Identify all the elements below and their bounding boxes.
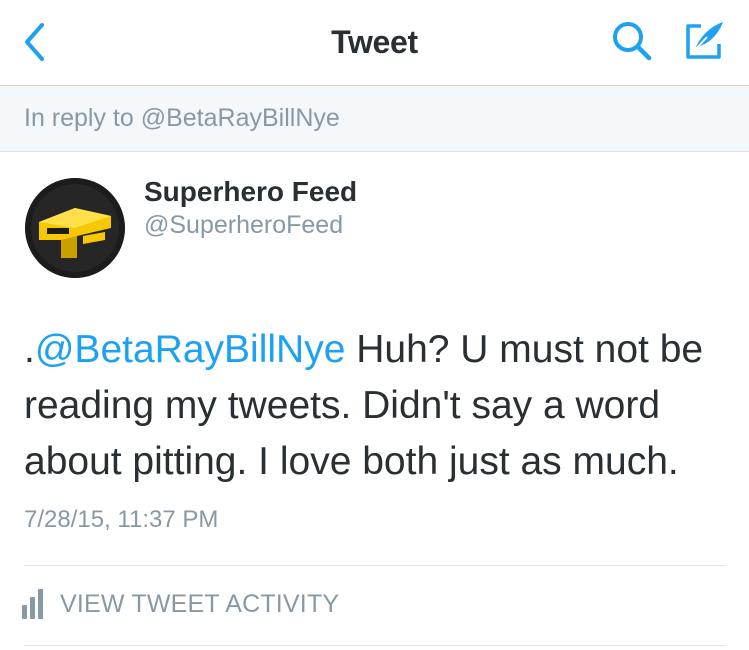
view-tweet-activity-label: VIEW TWEET ACTIVITY (60, 589, 340, 618)
divider (24, 645, 725, 646)
mention-link[interactable]: @BetaRayBillNye (35, 328, 346, 371)
compose-button[interactable] (680, 16, 730, 64)
tweet-text: .@BetaRayBillNye Huh? U must not be read… (24, 322, 734, 490)
superhero-feed-logo (25, 178, 125, 278)
bar-chart-icon (22, 589, 43, 619)
view-tweet-activity-button[interactable]: VIEW TWEET ACTIVITY (20, 582, 339, 626)
author-handle[interactable]: @SuperheroFeed (144, 211, 343, 240)
reply-context-bar: In reply to @BetaRayBillNye (0, 86, 749, 152)
search-button[interactable] (606, 18, 658, 64)
tweet-detail-screen: Tweet In reply to @BetaRayBillNye Superh… (0, 0, 749, 650)
avatar[interactable] (25, 178, 125, 278)
reply-context-text[interactable]: In reply to @BetaRayBillNye (24, 104, 340, 133)
nav-bar: Tweet (0, 0, 749, 86)
tweet-prefix: . (24, 328, 35, 371)
divider (24, 565, 725, 566)
tweet-timestamp: 7/28/15, 11:37 PM (24, 506, 219, 533)
search-icon (613, 22, 652, 61)
compose-icon (686, 22, 723, 59)
author-name[interactable]: Superhero Feed (144, 176, 357, 208)
